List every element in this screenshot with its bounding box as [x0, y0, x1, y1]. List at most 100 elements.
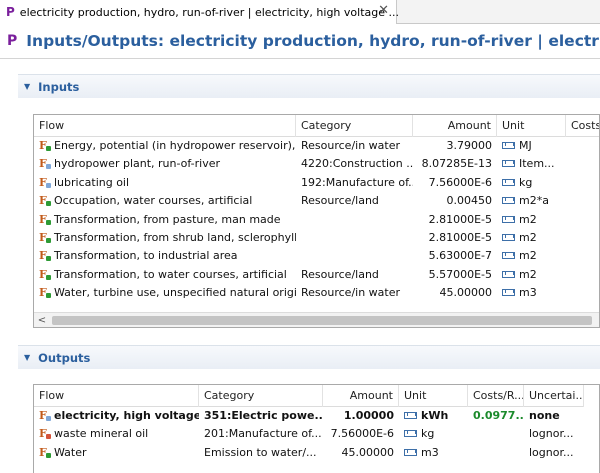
process-editor-tab[interactable]: P electricity production, hydro, run-of-… [0, 0, 399, 24]
category-cell[interactable]: Resource/in water [296, 137, 413, 155]
column-header-costs-r[interactable]: Costs/R... [468, 385, 524, 407]
unit-cell[interactable]: kg [399, 425, 468, 443]
table-row[interactable]: F Transformation, to industrial area 5.630… [34, 247, 599, 265]
uncertainty-cell[interactable]: lognor... [524, 425, 584, 443]
unit-cell[interactable]: m3 [497, 284, 566, 302]
category-cell[interactable]: Resource/land [296, 192, 413, 210]
amount-cell[interactable]: 45.00000 [413, 284, 497, 302]
table-row[interactable]: F Occupation, water courses, artificial Re… [34, 192, 599, 210]
costs-cell[interactable] [566, 155, 599, 173]
column-header-flow[interactable]: Flow [34, 385, 199, 407]
flow-cell[interactable]: F Occupation, water courses, artificial [34, 192, 296, 210]
amount-cell[interactable]: 2.81000E-5 [413, 211, 497, 229]
unit-cell[interactable]: Item... [497, 155, 566, 173]
unit-cell[interactable]: m2*a [497, 192, 566, 210]
flow-cell[interactable]: Flubricating oil [34, 174, 296, 192]
flow-cell[interactable]: F Energy, potential (in hydropower reserv… [34, 137, 296, 155]
column-header-amount[interactable]: Amount [413, 115, 497, 137]
scroll-left-icon[interactable]: < [34, 313, 50, 327]
amount-cell[interactable]: 8.07285E-13 [413, 155, 497, 173]
collapse-icon[interactable]: ▼ [24, 353, 30, 362]
amount-cell[interactable]: 3.79000 [413, 137, 497, 155]
table-row[interactable]: F Transformation, from pasture, man made 2… [34, 211, 599, 229]
unit-cell[interactable]: kg [497, 174, 566, 192]
category-cell[interactable]: Resource/land [296, 266, 413, 284]
category-cell[interactable]: 351:Electric powe... [199, 407, 323, 425]
column-header-costs[interactable]: Costs [566, 115, 599, 137]
costs-cell[interactable] [468, 444, 524, 462]
category-cell[interactable] [296, 247, 413, 265]
table-row[interactable]: F Water, turbine use, unspecified natural… [34, 284, 599, 302]
table-row[interactable]: Felectricity, high voltage 351:Electric p… [34, 407, 584, 425]
costs-cell[interactable] [566, 137, 599, 155]
column-header-unit[interactable]: Unit [399, 385, 468, 407]
category-cell[interactable]: Emission to water/... [199, 444, 323, 462]
amount-cell[interactable]: 7.56000E-6 [413, 174, 497, 192]
costs-cell[interactable] [566, 192, 599, 210]
column-header-uncertai[interactable]: Uncertai... [524, 385, 584, 407]
table-row[interactable]: F Transformation, to water courses, artif… [34, 266, 599, 284]
table-row[interactable]: Fhydropower plant, run-of-river 4220:Cons… [34, 155, 599, 173]
collapse-icon[interactable]: ▼ [24, 82, 30, 91]
inputs-table: Flow Category Amount Unit Costs F Energy, pot… [33, 114, 600, 328]
category-cell[interactable]: Resource/in water [296, 284, 413, 302]
flow-cell[interactable]: F Transformation, to water courses, artif… [34, 266, 296, 284]
flow-cell[interactable]: F Water [34, 444, 199, 462]
flow-cell[interactable]: F Water, turbine use, unspecified natural… [34, 284, 296, 302]
column-header-amount[interactable]: Amount [323, 385, 399, 407]
column-header-category[interactable]: Category [199, 385, 323, 407]
amount-cell[interactable]: 1.00000 [323, 407, 399, 425]
product-flow-icon: F [39, 157, 51, 170]
unit-cell[interactable]: m2 [497, 229, 566, 247]
flow-cell[interactable]: Fhydropower plant, run-of-river [34, 155, 296, 173]
category-cell[interactable]: 201:Manufacture of... [199, 425, 323, 443]
costs-cell[interactable] [566, 284, 599, 302]
amount-cell[interactable]: 5.57000E-5 [413, 266, 497, 284]
amount-cell[interactable]: 5.63000E-7 [413, 247, 497, 265]
unit-cell[interactable]: kWh [399, 407, 468, 425]
table-row[interactable]: F Energy, potential (in hydropower reserv… [34, 137, 599, 155]
flow-value: hydropower plant, run-of-river [54, 157, 221, 171]
unit-cell[interactable]: MJ [497, 137, 566, 155]
costs-cell[interactable] [566, 229, 599, 247]
costs-cell[interactable] [566, 266, 599, 284]
costs-cell[interactable] [566, 247, 599, 265]
close-icon[interactable]: ✕ [378, 4, 389, 18]
uncertainty-cell[interactable]: none [524, 407, 584, 425]
table-row[interactable]: F Water Emission to water/... 45.00000 m3 log… [34, 444, 584, 462]
costs-cell[interactable] [566, 211, 599, 229]
inputs-horizontal-scrollbar[interactable]: < [34, 312, 599, 327]
outputs-section-header[interactable]: ▼ Outputs [18, 345, 600, 369]
column-header-category[interactable]: Category [296, 115, 413, 137]
scrollbar-thumb[interactable] [52, 316, 592, 325]
unit-cell[interactable]: m2 [497, 266, 566, 284]
category-cell[interactable]: 4220:Construction ... [296, 155, 413, 173]
amount-cell[interactable]: 7.56000E-6 [323, 425, 399, 443]
amount-cell[interactable]: 45.00000 [323, 444, 399, 462]
unit-cell[interactable]: m2 [497, 247, 566, 265]
table-row[interactable]: Flubricating oil 192:Manufacture of... 7.5… [34, 174, 599, 192]
amount-cell[interactable]: 0.00450 [413, 192, 497, 210]
unit-cell[interactable]: m2 [497, 211, 566, 229]
category-cell[interactable]: 192:Manufacture of... [296, 174, 413, 192]
process-icon: P [6, 5, 15, 19]
flow-cell[interactable]: F Transformation, from shrub land, sclero… [34, 229, 296, 247]
column-header-flow[interactable]: Flow [34, 115, 296, 137]
category-cell[interactable] [296, 211, 413, 229]
costs-cell[interactable] [566, 174, 599, 192]
table-row[interactable]: Fwaste mineral oil 201:Manufacture of... 7… [34, 425, 584, 443]
inputs-section-header[interactable]: ▼ Inputs [18, 74, 600, 98]
elementary-flow-icon: F [39, 286, 51, 299]
uncertainty-cell[interactable]: lognor... [524, 444, 584, 462]
table-row[interactable]: F Transformation, from shrub land, sclero… [34, 229, 599, 247]
costs-cell[interactable]: 0.0977... [468, 407, 524, 425]
flow-cell[interactable]: F Transformation, to industrial area [34, 247, 296, 265]
unit-cell[interactable]: m3 [399, 444, 468, 462]
flow-cell[interactable]: F Transformation, from pasture, man made [34, 211, 296, 229]
column-header-unit[interactable]: Unit [497, 115, 566, 137]
costs-cell[interactable] [468, 425, 524, 443]
flow-cell[interactable]: Felectricity, high voltage [34, 407, 199, 425]
amount-cell[interactable]: 2.81000E-5 [413, 229, 497, 247]
category-cell[interactable] [296, 229, 413, 247]
flow-cell[interactable]: Fwaste mineral oil [34, 425, 199, 443]
